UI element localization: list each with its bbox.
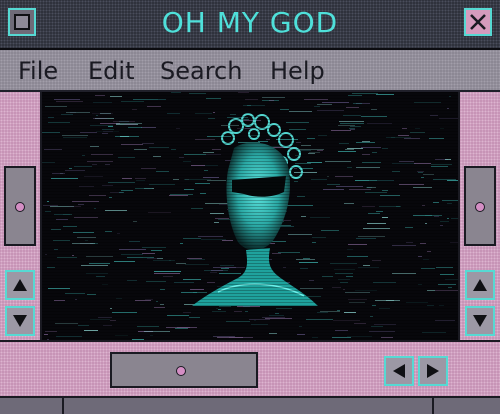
menu-bar: File Edit Search Help (0, 50, 500, 92)
horizontal-thumb-grip (176, 366, 186, 376)
left-thumb-grip (15, 202, 25, 212)
window-title: OH MY GOD (161, 6, 339, 39)
arrow-down-icon[interactable] (5, 306, 35, 336)
arrow-up-icon[interactable] (465, 270, 495, 300)
left-scrollbar[interactable] (0, 92, 42, 340)
menu-help[interactable]: Help (270, 57, 325, 85)
arrow-left-icon[interactable] (384, 356, 414, 386)
arrow-down-icon[interactable] (465, 306, 495, 336)
horizontal-scroll-thumb[interactable] (110, 352, 258, 388)
right-thumb-grip (475, 202, 485, 212)
arrow-right-icon[interactable] (418, 356, 448, 386)
right-scrollbar[interactable] (458, 92, 500, 340)
glitched-portrait-image (42, 92, 458, 340)
menu-file[interactable]: File (18, 57, 58, 85)
right-scroll-thumb[interactable] (464, 166, 496, 246)
status-bar (0, 396, 500, 414)
menu-edit[interactable]: Edit (88, 57, 134, 85)
menu-search[interactable]: Search (160, 57, 242, 85)
image-viewport (42, 92, 458, 340)
left-scroll-thumb[interactable] (4, 166, 36, 246)
application-window: OH MY GOD File Edit Search Help (0, 0, 500, 414)
title-bar[interactable]: OH MY GOD (0, 0, 500, 50)
arrow-up-icon[interactable] (5, 270, 35, 300)
bottom-scrollbar[interactable] (0, 340, 500, 398)
close-x-icon[interactable] (464, 8, 492, 36)
